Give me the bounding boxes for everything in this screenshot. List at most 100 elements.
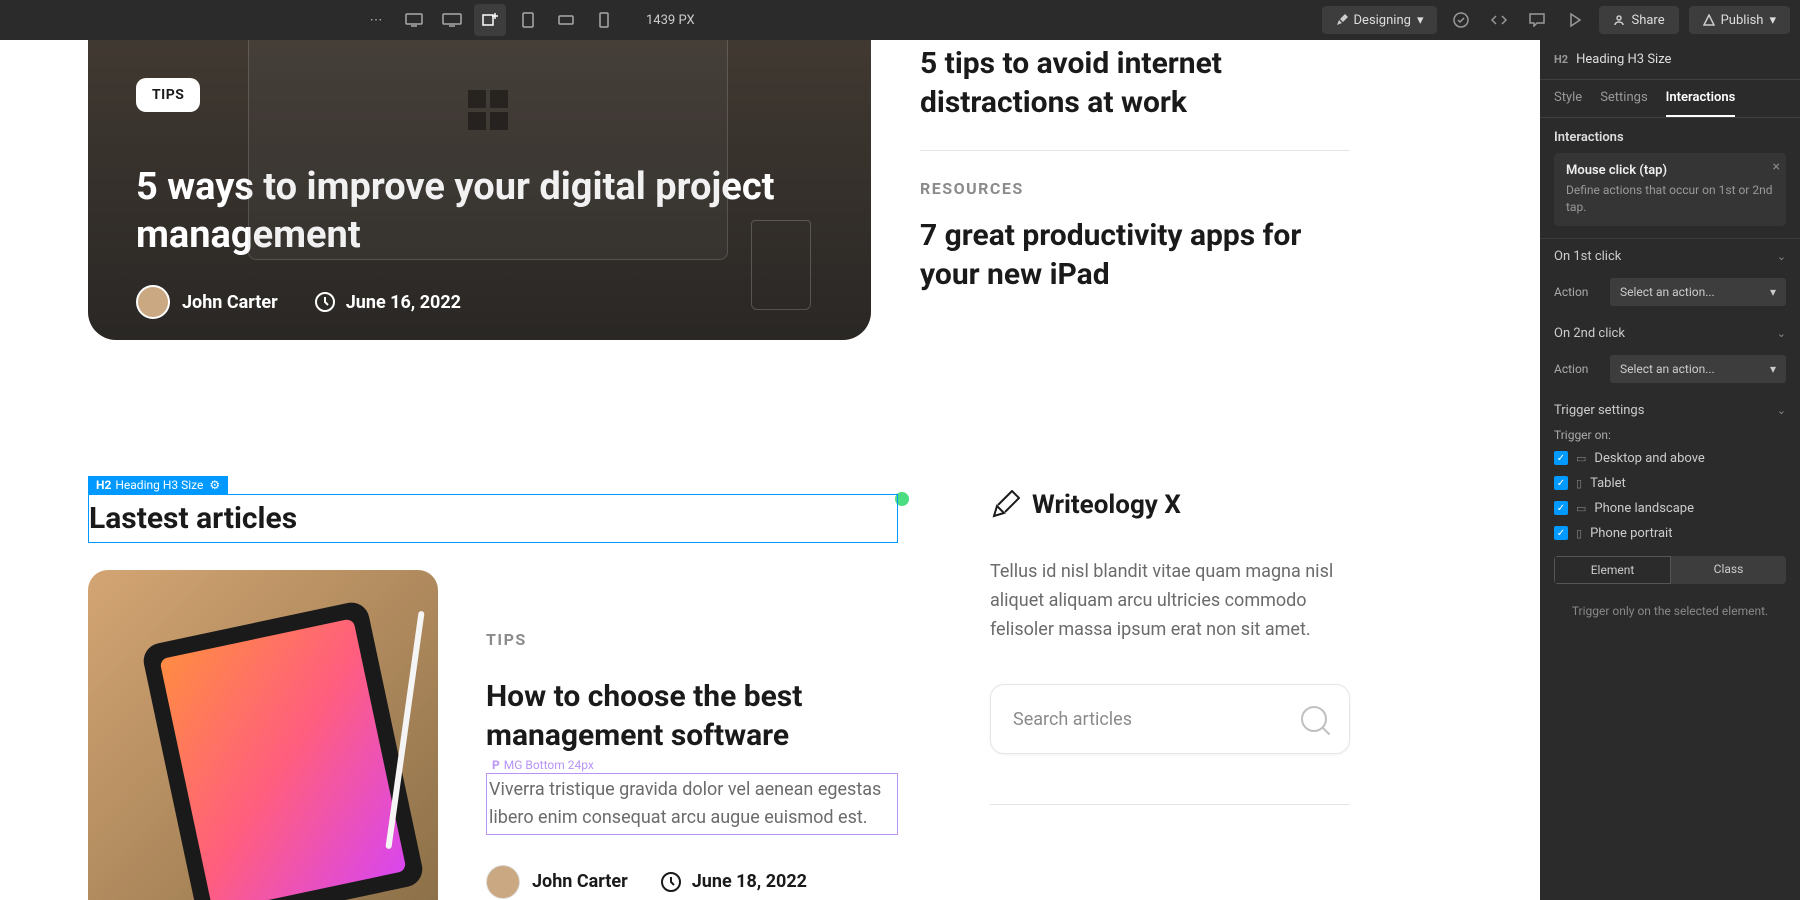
trigger-name: Mouse click (tap) bbox=[1566, 163, 1774, 178]
date-text: June 18, 2022 bbox=[692, 871, 807, 892]
tab-settings[interactable]: Settings bbox=[1600, 80, 1647, 117]
article-card[interactable]: TIPS How to choose the best management s… bbox=[88, 570, 898, 900]
brand-text: Writeology X bbox=[1032, 490, 1181, 520]
hero-author[interactable]: John Carter bbox=[136, 285, 278, 319]
side-item-title[interactable]: 5 tips to avoid internet distractions at… bbox=[920, 44, 1350, 122]
more-icon[interactable]: ⋯ bbox=[360, 4, 392, 36]
hero-bg-glass bbox=[751, 220, 811, 310]
mode-label: Designing bbox=[1354, 13, 1411, 28]
article-image bbox=[88, 570, 438, 900]
trigger-settings-header[interactable]: Trigger settings ⌄ bbox=[1540, 393, 1800, 428]
chevron-down-icon: ⌄ bbox=[1777, 404, 1786, 417]
close-icon[interactable]: × bbox=[1773, 159, 1780, 175]
first-click-header[interactable]: On 1st click ⌄ bbox=[1540, 239, 1800, 274]
action-select[interactable]: Select an action... ▾ bbox=[1610, 355, 1786, 383]
action-placeholder: Select an action... bbox=[1620, 285, 1715, 299]
article-author[interactable]: John Carter bbox=[486, 865, 628, 899]
phone-portrait-icon: ▯ bbox=[1576, 527, 1582, 540]
action-placeholder: Select an action... bbox=[1620, 362, 1715, 376]
gear-icon[interactable]: ⚙ bbox=[209, 478, 220, 492]
breakpoint-add-icon[interactable] bbox=[474, 4, 506, 36]
selected-heading[interactable]: Lastest articles bbox=[88, 494, 898, 543]
publish-label: Publish bbox=[1721, 13, 1764, 28]
divider bbox=[990, 804, 1350, 805]
tab-interactions[interactable]: Interactions bbox=[1666, 80, 1736, 117]
device-checkbox-row[interactable]: ✓ ▯ Phone portrait bbox=[1540, 521, 1800, 546]
checkbox-checked-icon[interactable]: ✓ bbox=[1554, 451, 1568, 465]
canvas[interactable]: TIPS 5 ways to improve your digital proj… bbox=[0, 40, 1540, 900]
trigger-settings-label: Trigger settings bbox=[1554, 403, 1644, 418]
hero-category-tag[interactable]: TIPS bbox=[136, 78, 200, 112]
phone-portrait-icon[interactable] bbox=[588, 4, 620, 36]
panel-element-name: Heading H3 Size bbox=[1576, 52, 1671, 67]
publish-button[interactable]: Publish ▾ bbox=[1689, 6, 1790, 34]
comment-icon[interactable] bbox=[1523, 6, 1551, 34]
chevron-down-icon: ⌄ bbox=[1777, 250, 1786, 263]
preview-icon[interactable] bbox=[1561, 6, 1589, 34]
top-toolbar: ⋯ 1439 PX Designing ▾ Share Publish ▾ bbox=[0, 0, 1800, 40]
first-click-label: On 1st click bbox=[1554, 249, 1621, 264]
phone-landscape-icon: ▭ bbox=[1576, 502, 1586, 515]
trigger-item[interactable]: Mouse click (tap) Define actions that oc… bbox=[1554, 153, 1786, 226]
selection-label: Heading H3 Size bbox=[115, 478, 203, 492]
device-checkbox-row[interactable]: ✓ ▭ Phone landscape bbox=[1540, 496, 1800, 521]
section-title: Interactions bbox=[1554, 130, 1786, 145]
tab-style[interactable]: Style bbox=[1554, 80, 1582, 117]
mode-button[interactable]: Designing ▾ bbox=[1322, 6, 1438, 34]
action-select[interactable]: Select an action... ▾ bbox=[1610, 278, 1786, 306]
desktop-large-icon[interactable] bbox=[436, 4, 468, 36]
chevron-down-icon: ⌄ bbox=[1777, 327, 1786, 340]
article-date: June 18, 2022 bbox=[660, 871, 807, 893]
trigger-scope-segment: Element Class bbox=[1554, 556, 1786, 584]
clock-icon bbox=[660, 871, 682, 893]
checkbox-checked-icon[interactable]: ✓ bbox=[1554, 526, 1568, 540]
article-description[interactable]: Viverra tristique gravida dolor vel aene… bbox=[486, 773, 898, 835]
phone-landscape-icon[interactable] bbox=[550, 4, 582, 36]
selection-tag[interactable]: H2 Heading H3 Size ⚙ bbox=[88, 476, 228, 494]
chevron-down-icon: ▾ bbox=[1770, 362, 1776, 376]
hero-card[interactable]: TIPS 5 ways to improve your digital proj… bbox=[88, 40, 871, 340]
second-click-header[interactable]: On 2nd click ⌄ bbox=[1540, 316, 1800, 351]
share-button[interactable]: Share bbox=[1599, 6, 1678, 34]
p-element-tag[interactable]: P MG Bottom 24px bbox=[486, 757, 600, 773]
search-input[interactable]: Search articles bbox=[990, 684, 1350, 754]
second-click-action-row: Action Select an action... ▾ bbox=[1540, 351, 1800, 393]
share-label: Share bbox=[1631, 13, 1664, 28]
side-item-title[interactable]: 7 great productivity apps for your new i… bbox=[920, 216, 1350, 294]
element-tag-badge: H2 bbox=[1554, 53, 1568, 66]
side-item-label: RESOURCES bbox=[920, 179, 1350, 198]
avatar bbox=[486, 865, 520, 899]
first-click-action-row: Action Select an action... ▾ bbox=[1540, 274, 1800, 316]
checkbox-checked-icon[interactable]: ✓ bbox=[1554, 501, 1568, 515]
hero-bg-laptop bbox=[248, 40, 728, 260]
segment-element[interactable]: Element bbox=[1554, 556, 1671, 584]
desktop-icon[interactable] bbox=[398, 4, 430, 36]
segment-class[interactable]: Class bbox=[1671, 556, 1786, 584]
panel-tabs: Style Settings Interactions bbox=[1540, 80, 1800, 118]
code-icon[interactable] bbox=[1485, 6, 1513, 34]
element-type-badge: H2 bbox=[96, 478, 111, 492]
clock-icon bbox=[314, 291, 336, 313]
right-panel: H2 Heading H3 Size Style Settings Intera… bbox=[1540, 40, 1800, 900]
article-body: TIPS How to choose the best management s… bbox=[486, 570, 898, 900]
action-label: Action bbox=[1554, 362, 1602, 376]
check-icon[interactable] bbox=[1447, 6, 1475, 34]
pen-icon bbox=[990, 490, 1020, 520]
canvas-size-display: 1439 PX bbox=[646, 13, 695, 28]
trigger-on-label: Trigger on: bbox=[1540, 428, 1800, 446]
desktop-icon: ▭ bbox=[1576, 452, 1586, 465]
checkbox-checked-icon[interactable]: ✓ bbox=[1554, 476, 1568, 490]
search-placeholder: Search articles bbox=[1013, 709, 1132, 730]
hero-date: June 16, 2022 bbox=[314, 291, 461, 313]
tablet-icon[interactable] bbox=[512, 4, 544, 36]
sidebar-widget: Writeology X Tellus id nisl blandit vita… bbox=[990, 490, 1350, 900]
device-label: Phone portrait bbox=[1590, 526, 1672, 541]
device-checkbox-row[interactable]: ✓ ▯ Tablet bbox=[1540, 471, 1800, 496]
device-label: Tablet bbox=[1590, 476, 1626, 491]
author-name: John Carter bbox=[182, 292, 278, 313]
side-list: 5 tips to avoid internet distractions at… bbox=[920, 40, 1350, 294]
action-label: Action bbox=[1554, 285, 1602, 299]
device-checkbox-row[interactable]: ✓ ▭ Desktop and above bbox=[1540, 446, 1800, 471]
device-label: Desktop and above bbox=[1594, 451, 1704, 466]
second-click-label: On 2nd click bbox=[1554, 326, 1625, 341]
